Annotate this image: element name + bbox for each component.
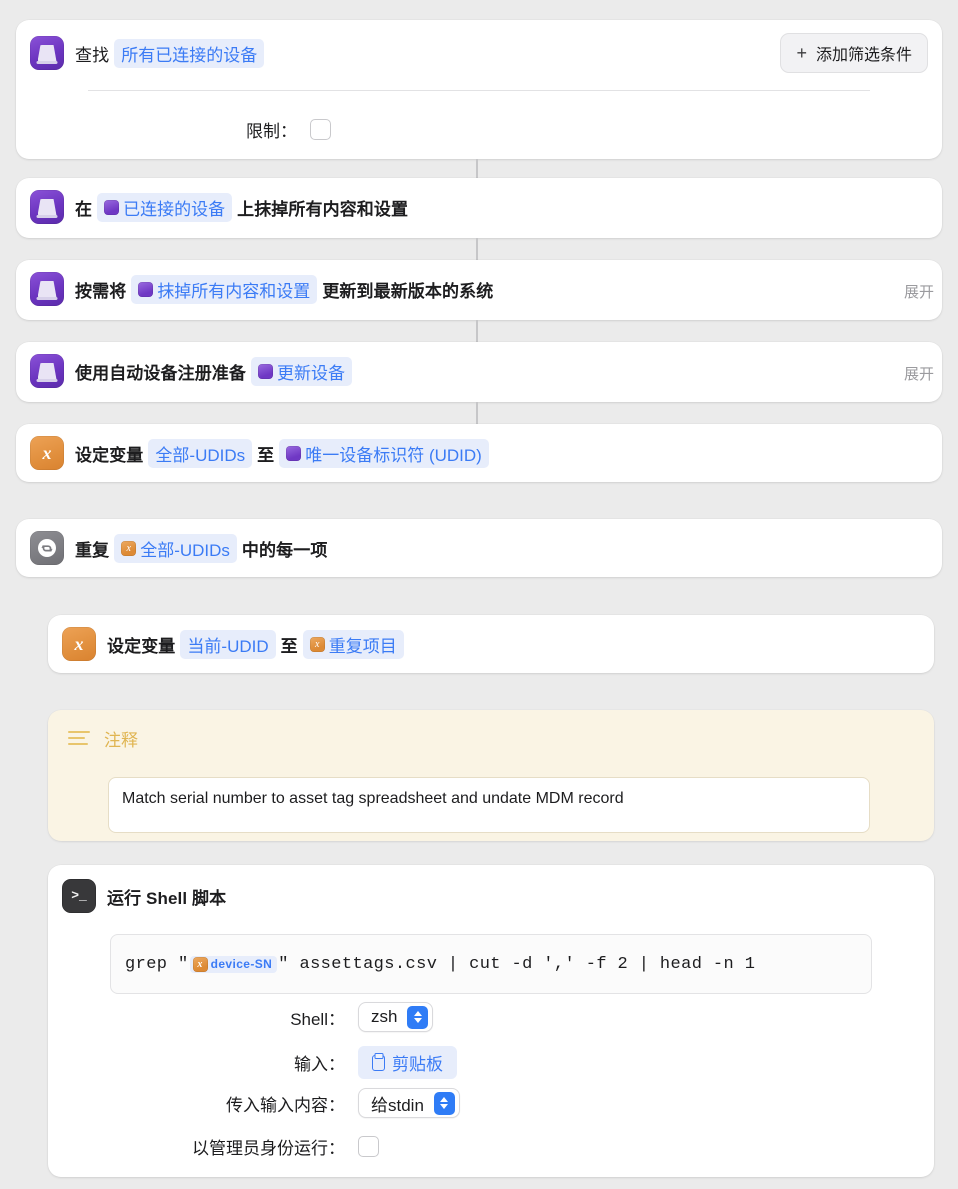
action-card-set-current-udid[interactable]: x 设定变量 当前-UDID 至 x 重复项目 (48, 615, 934, 673)
find-card-divider (88, 90, 870, 91)
shell-script-title: 运行 Shell 脚本 (107, 888, 227, 908)
device-token-icon (138, 281, 154, 297)
erase-device-token-label: 已连接的设备 (123, 199, 226, 219)
prepare-prefix-label: 使用自动设备注册准备 (75, 363, 246, 383)
action-card-update-system[interactable]: 按需将 抹掉所有内容和设置 更新到最新版本的系统 (16, 260, 942, 320)
set-var-prefix-label: 设定变量 (75, 445, 144, 465)
device-token-icon (258, 363, 273, 379)
erase-device-token[interactable]: 已连接的设备 (97, 192, 233, 222)
update-source-token[interactable]: 抹掉所有内容和设置 (131, 274, 318, 304)
script-after-token: " assettags.csv | cut -d ',' -f 2 | head… (278, 954, 756, 974)
prepare-device-token-label: 更新设备 (277, 363, 345, 383)
shell-select-value: zsh (371, 1007, 398, 1026)
find-target-token[interactable]: 所有已连接的设备 (114, 38, 265, 68)
udid-value-token-label: 唯一设备标识符 (UDID) (305, 445, 482, 465)
expand-update-system[interactable]: 展开 (904, 281, 934, 302)
repeat-list-token-label: 全部-UDIDs (140, 540, 230, 560)
connector-line-2 (476, 238, 478, 260)
script-before-token: grep " (125, 954, 189, 974)
current-udid-variable-token[interactable]: 当前-UDID (180, 629, 276, 659)
repeat-icon (30, 531, 64, 565)
update-suffix-label: 更新到最新版本的系统 (322, 281, 494, 301)
device-token-icon (286, 445, 302, 461)
comment-title: 注释 (104, 731, 138, 750)
add-filter-label: 添加筛选条件 (815, 47, 912, 64)
prepare-device-token[interactable]: 更新设备 (251, 356, 352, 386)
variable-token-icon: x (121, 540, 137, 556)
all-udids-variable-token[interactable]: 全部-UDIDs (148, 438, 253, 468)
clipboard-token-label: 剪贴板 (392, 1055, 443, 1074)
terminal-icon: >_ (62, 879, 96, 913)
set-current-middle-label: 至 (280, 636, 298, 656)
repeat-suffix-label: 中的每一项 (241, 540, 328, 560)
repeat-prefix-label: 重复 (75, 540, 110, 560)
erase-prefix-label: 在 (75, 199, 93, 219)
comment-lines-icon (68, 730, 90, 747)
comment-text: Match serial number to asset tag spreads… (122, 790, 624, 807)
clipboard-token[interactable]: 剪贴板 (358, 1046, 457, 1079)
device-sn-token-label: device-SN (210, 957, 273, 971)
shell-script-input[interactable]: grep " x device-SN " assettags.csv | cut… (110, 934, 872, 994)
pass-input-select-value: 给stdin (371, 1095, 424, 1115)
connector-line-4 (476, 402, 478, 424)
device-icon (30, 272, 64, 306)
action-card-repeat-each[interactable]: 重复 x 全部-UDIDs 中的每一项 (16, 519, 942, 577)
repeat-item-token-label: 重复项目 (328, 636, 397, 656)
variable-token-icon: x (192, 956, 208, 972)
device-token-icon (104, 199, 120, 215)
udid-value-token[interactable]: 唯一设备标识符 (UDID) (279, 438, 489, 468)
limit-row[interactable]: 限制： (246, 117, 331, 142)
device-icon (30, 354, 64, 388)
variable-token-icon: x (309, 636, 325, 652)
run-as-admin-checkbox[interactable] (358, 1136, 379, 1157)
action-card-prepare-device[interactable]: 使用自动设备注册准备 更新设备 (16, 342, 942, 402)
chevron-updown-icon[interactable] (407, 1005, 429, 1029)
shortcut-editor-canvas: 查找 所有已连接的设备 + 添加筛选条件 限制： 在 已连接的设备 上抹掉所有内… (0, 0, 958, 1189)
set-var-middle-label: 至 (257, 445, 275, 465)
input-field-label: 输入： (294, 1055, 345, 1074)
comment-text-field[interactable]: Match serial number to asset tag spreads… (108, 777, 870, 833)
shell-select[interactable]: zsh (358, 1002, 434, 1032)
repeat-item-token[interactable]: x 重复项目 (302, 629, 404, 659)
add-filter-button[interactable]: + 添加筛选条件 (780, 33, 928, 73)
variable-icon: x (62, 627, 96, 661)
action-card-set-all-udids[interactable]: x 设定变量 全部-UDIDs 至 唯一设备标识符 (UDID) (16, 424, 942, 482)
limit-checkbox[interactable] (310, 119, 331, 140)
find-prefix-label: 查找 (75, 45, 110, 65)
pass-input-field-label: 传入输入内容： (226, 1095, 345, 1115)
shell-field-row[interactable]: Shell： zsh (160, 1002, 490, 1032)
device-icon (30, 190, 64, 224)
set-current-prefix-label: 设定变量 (107, 636, 176, 656)
limit-label: 限制： (246, 122, 297, 141)
clipboard-icon (372, 1054, 385, 1071)
device-sn-token[interactable]: x device-SN (189, 955, 278, 973)
repeat-list-token[interactable]: x 全部-UDIDs (114, 533, 237, 563)
update-prefix-label: 按需将 (75, 281, 127, 301)
connector-line-3 (476, 320, 478, 342)
action-card-erase-device[interactable]: 在 已连接的设备 上抹掉所有内容和设置 (16, 178, 942, 238)
connector-line-1 (476, 159, 478, 178)
pass-input-select[interactable]: 给stdin (358, 1088, 460, 1118)
expand-prepare-device[interactable]: 展开 (904, 363, 934, 384)
variable-icon: x (30, 436, 64, 470)
erase-suffix-label: 上抹掉所有内容和设置 (237, 199, 409, 219)
device-icon (30, 36, 64, 70)
plus-icon: + (796, 43, 807, 63)
chevron-updown-icon[interactable] (433, 1091, 455, 1115)
shell-field-label: Shell： (290, 1009, 345, 1029)
run-as-admin-label: 以管理员身份运行： (192, 1139, 345, 1158)
run-as-admin-row[interactable]: 以管理员身份运行： (160, 1134, 560, 1159)
pass-input-field-row[interactable]: 传入输入内容： 给stdin (160, 1088, 560, 1118)
input-field-row[interactable]: 输入： 剪贴板 (160, 1046, 560, 1079)
update-source-token-label: 抹掉所有内容和设置 (157, 281, 311, 301)
